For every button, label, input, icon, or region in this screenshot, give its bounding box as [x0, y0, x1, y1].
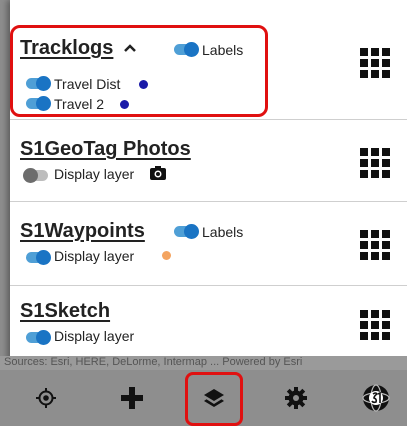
- layer-s1waypoints: S1Waypoints Labels Display layer: [10, 202, 407, 286]
- tracklogs-highlight: [10, 25, 268, 117]
- s1-button[interactable]: [348, 370, 404, 426]
- layers-button[interactable]: [185, 372, 243, 426]
- layer-s1sketch: S1Sketch Display layer: [10, 286, 407, 364]
- layers-panel: Tracklogs Labels Travel Dist Travel 2 S1…: [10, 0, 407, 364]
- add-button[interactable]: [104, 370, 160, 426]
- map-attribution[interactable]: Sources: Esri, HERE, DeLorme, Intermap .…: [4, 356, 302, 368]
- layer-menu-icon[interactable]: [360, 48, 390, 78]
- display-layer-label: Display layer: [54, 248, 135, 264]
- layer-s1geotag-photos: S1GeoTag Photos Display layer: [10, 120, 407, 202]
- display-toggle-s1sketch[interactable]: [26, 330, 51, 345]
- waypoint-color-dot[interactable]: [162, 251, 171, 260]
- layer-menu-icon[interactable]: [360, 148, 390, 178]
- display-layer-label: Display layer: [54, 328, 135, 344]
- display-toggle-s1waypoints[interactable]: [26, 250, 51, 265]
- labels-toggle-label: Labels: [202, 224, 244, 240]
- layer-title-s1geotag-photos[interactable]: S1GeoTag Photos: [20, 138, 191, 161]
- settings-button[interactable]: [268, 370, 324, 426]
- layer-menu-icon[interactable]: [360, 310, 390, 340]
- display-layer-label: Display layer: [54, 166, 135, 182]
- layer-title-s1sketch[interactable]: S1Sketch: [20, 300, 110, 323]
- camera-icon[interactable]: [150, 166, 166, 180]
- layer-menu-icon[interactable]: [360, 230, 390, 260]
- gps-button[interactable]: [18, 370, 74, 426]
- bottom-toolbar: [0, 370, 407, 426]
- map-attribution-bar: Sources: Esri, HERE, DeLorme, Intermap .…: [0, 356, 407, 370]
- display-toggle-s1geotag-photos[interactable]: [23, 168, 48, 183]
- labels-toggle-s1waypoints[interactable]: [174, 224, 199, 239]
- layer-title-s1waypoints[interactable]: S1Waypoints: [20, 220, 145, 243]
